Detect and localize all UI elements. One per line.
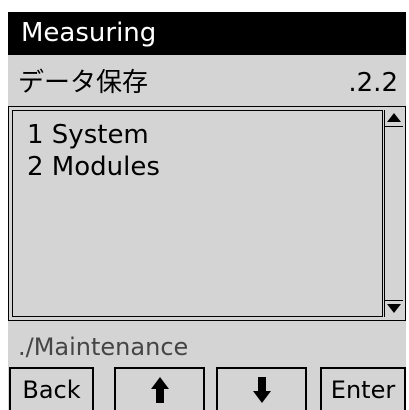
- screen-title: Measuring: [21, 18, 157, 48]
- arrow-down-icon: [252, 377, 271, 403]
- scroll-up-arrow-icon[interactable]: [387, 113, 401, 122]
- up-button[interactable]: [114, 367, 205, 410]
- breadcrumb-path: ./Maintenance: [18, 333, 189, 361]
- down-button[interactable]: [216, 367, 307, 410]
- menu-list: 1 System 2 Modules: [12, 110, 383, 317]
- device-screen: Measuring データ保存 .2.2 1 System 2 Modules …: [8, 12, 406, 410]
- list-item-system[interactable]: 1 System: [27, 119, 149, 151]
- title-bar: Measuring: [8, 12, 406, 55]
- arrow-up-icon: [150, 377, 169, 403]
- list-item-modules[interactable]: 2 Modules: [27, 151, 160, 183]
- menu-list-box: 1 System 2 Modules: [8, 106, 406, 321]
- enter-button[interactable]: Enter: [320, 367, 406, 410]
- scrollbar[interactable]: [384, 110, 403, 317]
- scrollbar-divider-bottom: [385, 300, 403, 301]
- scroll-down-arrow-icon[interactable]: [387, 304, 401, 313]
- back-button[interactable]: Back: [9, 367, 94, 410]
- scrollbar-divider-top: [385, 126, 403, 127]
- menu-level-indicator: .2.2: [348, 68, 398, 98]
- menu-title: データ保存: [18, 68, 149, 98]
